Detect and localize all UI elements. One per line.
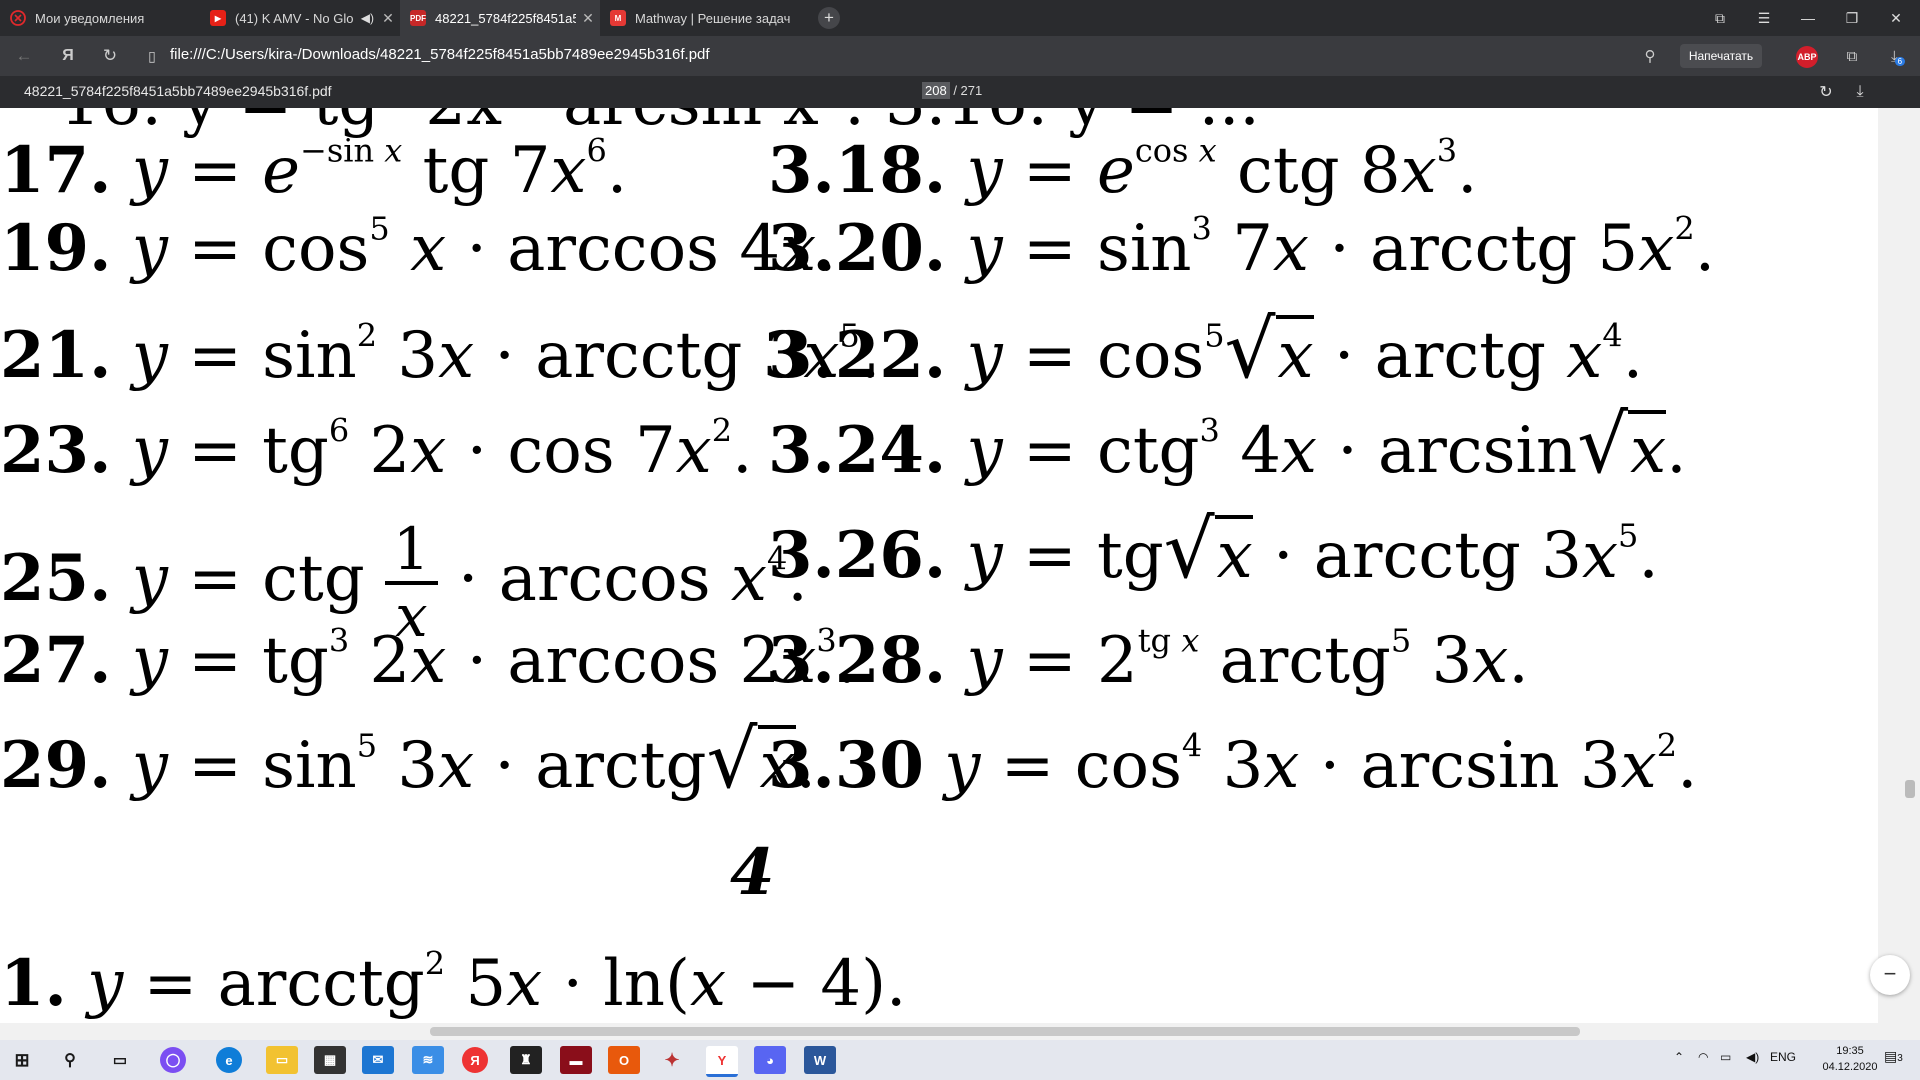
exercise-23: 23. y = tg6 2x · cos 7x2. — [0, 411, 753, 488]
game-icon[interactable]: ▬ — [560, 1046, 592, 1074]
minimize-icon[interactable]: — — [1786, 0, 1830, 36]
windows-start-icon[interactable]: ⊞ — [6, 1046, 38, 1074]
new-tab-button[interactable]: + — [818, 7, 840, 29]
downloads-badge: 6 — [1894, 56, 1906, 66]
yandex-browser-icon[interactable]: Я — [462, 1047, 488, 1073]
exercise-17: 17. y = e−sin x tg 7x6. — [0, 131, 628, 208]
file-explorer-icon[interactable]: ▭ — [266, 1046, 298, 1074]
wot-icon[interactable]: ♜ — [510, 1046, 542, 1074]
zoom-out-button[interactable]: − — [1870, 955, 1910, 995]
exercise-21: 21. y = sin2 3x · arcctg 3x5. — [0, 316, 881, 393]
address-bar: ← Я ↻ ▯ file:///C:/Users/kira-/Downloads… — [0, 36, 1920, 76]
page-indicator: 208 / 271 — [922, 82, 983, 99]
clock-time: 19:35 — [1836, 1045, 1864, 1057]
app2-icon[interactable]: ✦ — [656, 1046, 688, 1074]
tab-mathway[interactable]: M Mathway | Решение задач — [600, 0, 800, 36]
tray-chevron-icon[interactable]: ⌃ — [1674, 1050, 1684, 1064]
opera-icon — [10, 10, 26, 26]
word-icon[interactable]: W — [804, 1046, 836, 1074]
office-icon[interactable]: O — [608, 1046, 640, 1074]
language-indicator[interactable]: ENG — [1770, 1050, 1796, 1064]
exercise-4-1: 1. y = arcctg2 5x · ln(x − 4). — [0, 944, 907, 1021]
edge-icon[interactable]: e — [216, 1047, 242, 1073]
download-icon[interactable]: ⤓ — [1846, 78, 1874, 106]
app-icon[interactable]: ≋ — [412, 1046, 444, 1074]
rotate-icon[interactable]: ↻ — [1812, 78, 1840, 106]
url-field[interactable]: file:///C:/Users/kira-/Downloads/48221_5… — [170, 46, 710, 63]
zoom-icon[interactable]: ⚲ — [1632, 36, 1668, 76]
taskbar: ⊞ ⚲ ▭ ◯ e ▭ ▦ ✉ ≋ Я ♜ ▬ O ✦ Y ◕ W ⌃ ◠ ▭ … — [0, 1040, 1920, 1080]
menu-icon[interactable]: ☰ — [1742, 0, 1786, 36]
exercise-3-20: 3.20. y = sin3 7x · arcctg 5x2. — [768, 209, 1716, 286]
pdf-filename: 48221_5784f225f8451a5bb7489ee2945b316f.p… — [24, 83, 332, 99]
page-number-input[interactable]: 208 — [922, 82, 950, 99]
exercise-29: 29. y = sin5 3x · arctg√x. — [0, 713, 816, 806]
mathway-icon: M — [610, 10, 626, 26]
exercise-3-30: 3.30 y = cos4 3x · arcsin 3x2. — [768, 726, 1698, 803]
youtube-icon: ▶ — [210, 10, 226, 26]
exercise-3-18: 3.18. y = ecos x ctg 8x3. — [768, 131, 1478, 208]
notifications-icon[interactable]: ▤3 — [1884, 1048, 1903, 1065]
tab-youtube[interactable]: ▶ (41) K AMV - No Glo ◀) ✕ — [200, 0, 400, 36]
speaker-icon[interactable]: ◀) — [361, 11, 374, 25]
clock[interactable]: 19:35 04.12.2020 — [1810, 1043, 1890, 1075]
yandex-icon[interactable]: Я — [50, 36, 86, 76]
exercise-3-26: 3.26. y = tg√x · arcctg 3x5. — [768, 503, 1659, 596]
clock-date: 04.12.2020 — [1822, 1061, 1878, 1073]
tab-strip: Мои уведомления ▶ (41) K AMV - No Glo ◀)… — [0, 0, 1920, 36]
discord-icon[interactable]: ◕ — [754, 1046, 786, 1074]
vertical-scroll-thumb[interactable] — [1905, 780, 1915, 798]
search-icon[interactable]: ⚲ — [54, 1046, 86, 1074]
bookmarks-icon[interactable]: ⧉ — [1834, 36, 1870, 76]
exercise-19: 19. y = cos5 x · arccos 4x. — [0, 209, 837, 286]
notification-count: 3 — [1897, 1053, 1903, 1064]
mail-icon[interactable]: ✉ — [362, 1046, 394, 1074]
store-icon[interactable]: ▦ — [314, 1046, 346, 1074]
network-icon[interactable]: ◠ — [1698, 1050, 1708, 1064]
tab-notifications[interactable]: Мои уведомления — [0, 0, 200, 36]
print-button[interactable]: Напечатать — [1680, 44, 1762, 68]
file-icon: ▯ — [148, 47, 156, 64]
adblock-icon[interactable]: ABP — [1796, 46, 1818, 68]
exercise-3-28: 3.28. y = 2tg x arctg5 3x. — [768, 621, 1529, 698]
restore-icon[interactable]: ❐ — [1830, 0, 1874, 36]
close-tab-icon[interactable]: ✕ — [376, 10, 400, 27]
tab-overview-icon[interactable]: ⧉ — [1698, 0, 1742, 36]
downloads-icon[interactable]: ⤓ 6 — [1880, 36, 1916, 76]
close-tab-icon[interactable]: ✕ — [576, 10, 600, 27]
alice-icon[interactable]: ◯ — [160, 1047, 186, 1073]
battery-icon[interactable]: ▭ — [1720, 1050, 1731, 1064]
volume-icon[interactable]: ◀) — [1746, 1050, 1759, 1064]
horizontal-scroll-thumb[interactable] — [430, 1027, 1580, 1036]
reload-icon[interactable]: ↻ — [92, 36, 128, 76]
section-heading: 4 — [730, 835, 775, 910]
back-icon[interactable]: ← — [6, 36, 42, 76]
page-total: / 271 — [953, 83, 983, 98]
exercise-3-24: 3.24. y = ctg3 4x · arcsin√x. — [768, 398, 1687, 491]
close-window-icon[interactable]: ✕ — [1874, 0, 1918, 36]
vertical-scrollbar[interactable] — [1878, 108, 1920, 1023]
task-view-icon[interactable]: ▭ — [104, 1046, 136, 1074]
yandex-active-icon[interactable]: Y — [706, 1046, 738, 1077]
pdf-page-view: 16. y = tg² 2x · arcsin x⁴. 3.16. y = ..… — [0, 108, 1878, 1023]
pdf-icon: PDF — [410, 10, 426, 26]
exercise-27: 27. y = tg3 2x · arccos 2x3. — [0, 621, 858, 698]
exercise-3-22: 3.22. y = cos5√x · arctg x4. — [768, 303, 1644, 396]
tab-pdf[interactable]: PDF 48221_5784f225f8451a5 ✕ — [400, 0, 600, 36]
pdf-toolbar: 48221_5784f225f8451a5bb7489ee2945b316f.p… — [0, 76, 1920, 108]
